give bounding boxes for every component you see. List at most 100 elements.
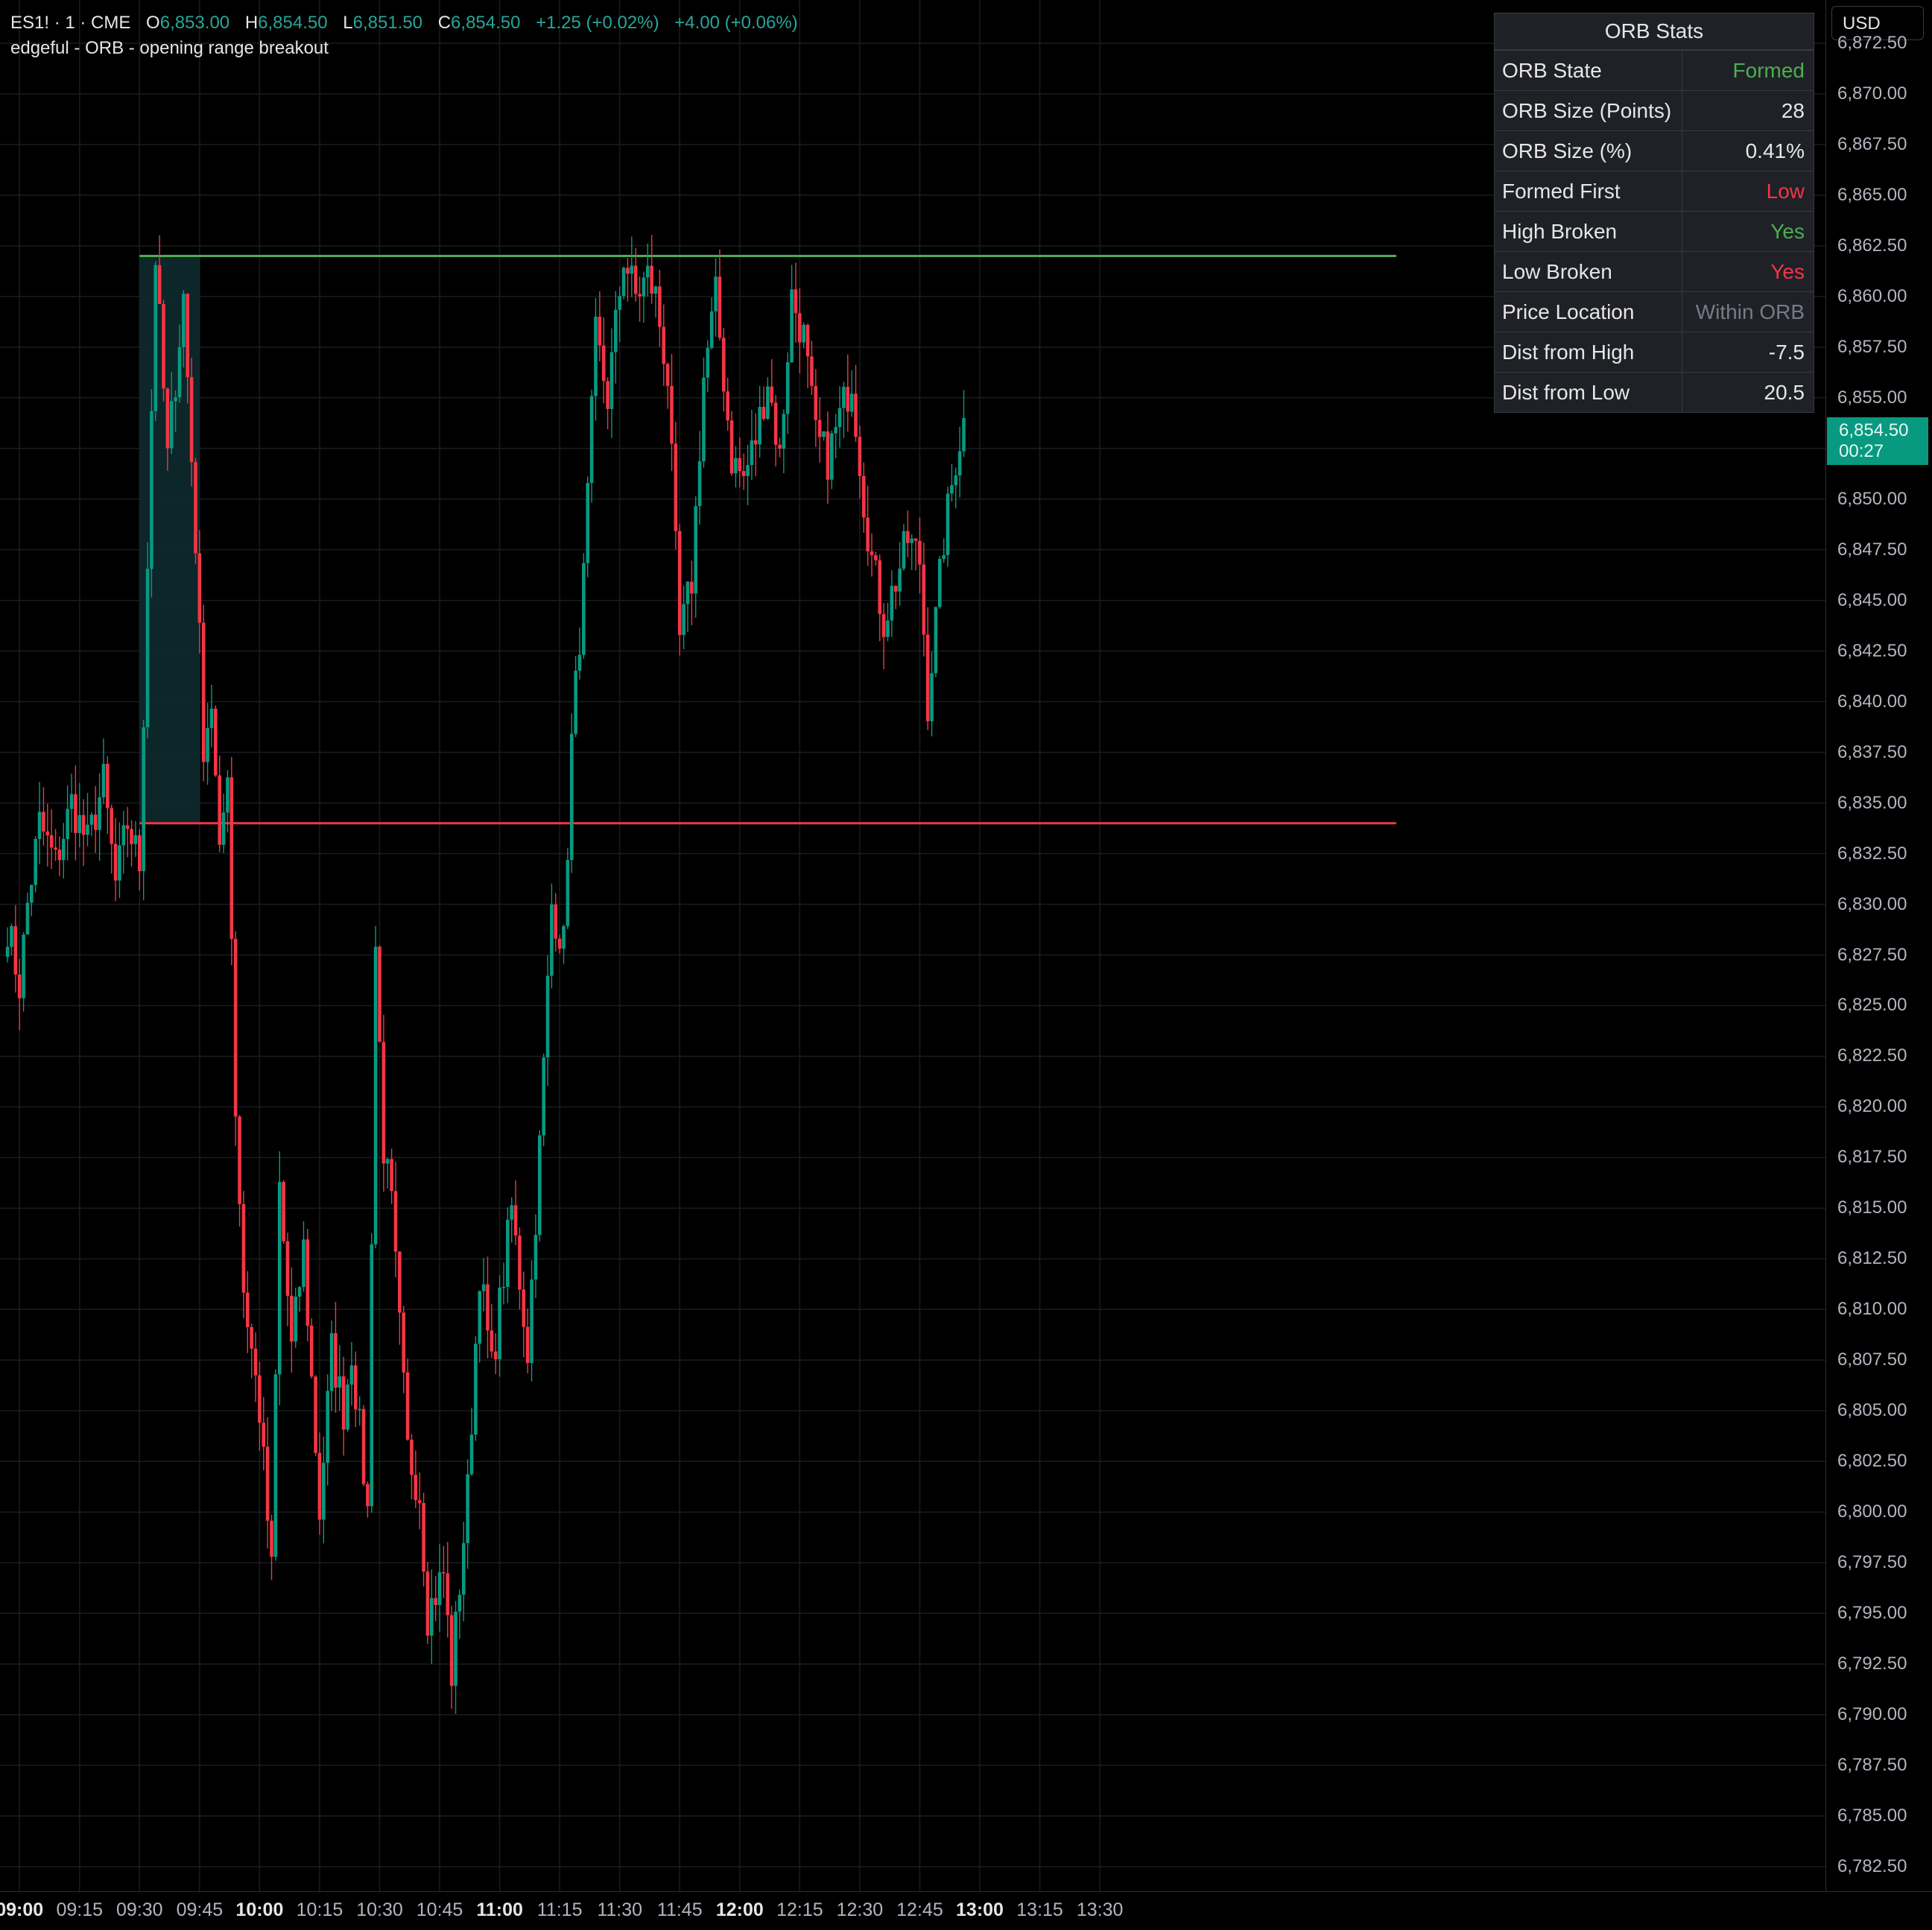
candle-body [86,824,89,835]
candle [834,414,837,459]
stats-row: ORB Size (Points) 28 [1495,91,1814,131]
candle [425,1561,430,1644]
last-price-tag: 6,854.50 00:27 [1827,417,1928,465]
candle-body [405,1372,410,1440]
candle [498,1275,501,1377]
candle [110,804,114,874]
candle [81,799,86,866]
candle-body [566,860,570,926]
symbol-title[interactable]: ES1! · 1 · CME [10,13,130,33]
price-label: 6,785.00 [1837,1806,1907,1826]
candle-body [665,364,670,386]
candle-body [662,326,666,364]
time-label: 12:15 [776,1899,823,1920]
candle [253,1332,258,1402]
candle-body [262,1423,266,1447]
candle [61,823,66,879]
time-label: 09:30 [116,1899,163,1920]
candle [645,243,650,297]
candle [729,411,734,476]
candle-body [826,431,830,480]
candle-body [189,377,194,463]
candle [218,755,221,852]
time-label: 10:45 [416,1899,463,1920]
candle-body [69,794,74,809]
candle [341,1356,346,1456]
candle [398,1251,402,1345]
candle-body [614,309,618,352]
candle [817,396,822,463]
candle-body [349,1365,354,1385]
candle-body [353,1365,358,1410]
candle [798,288,802,374]
candle-body [10,926,13,947]
candle [45,803,50,867]
candle [538,1130,542,1242]
candle-body [89,814,94,825]
candle [57,836,62,876]
candle-body [782,414,786,449]
candle [66,785,69,861]
candle-body [241,1203,246,1293]
candle [153,261,158,422]
candle-body [481,1284,486,1291]
candle-body [186,294,190,378]
candle-body [638,294,642,297]
candle [510,1197,514,1243]
candle-body [849,393,854,412]
candle [790,265,794,363]
stats-row: Dist from Low 20.5 [1495,373,1814,412]
candle-body [729,420,734,474]
candle-body [45,831,50,835]
candle [381,1014,386,1192]
candle-body [366,1484,370,1507]
candle [594,297,598,421]
candle-body [314,1376,317,1453]
time-label: 10:30 [356,1899,403,1920]
candle-body [390,1159,393,1192]
candle-body [446,1573,450,1616]
candle-body [618,296,621,310]
stats-label: Dist from High [1495,332,1682,372]
chart-pane[interactable]: ES1! · 1 · CME O6,853.00 H6,854.50 L6,85… [0,0,1825,1891]
candle-body [785,362,790,414]
candle [962,390,966,458]
candle [361,1405,366,1487]
candle-body [957,451,962,475]
candle [697,431,702,525]
candle-body [442,1572,446,1574]
candle [773,394,778,466]
candle [626,257,630,302]
candle [753,413,758,477]
candle [910,534,914,570]
candle [402,1306,406,1393]
candle [294,1288,298,1349]
candle-body [214,708,218,776]
candle [750,409,754,481]
candle [437,1544,442,1632]
candle-body [633,265,638,294]
candle [422,1493,425,1586]
time-axis[interactable]: 09:00 09:15 09:30 09:45 10:00 10:15 10:30 10:45… [0,1891,1932,1930]
candle-body [582,563,586,655]
open-value: 6,853.00 [159,13,230,33]
candle [469,1408,474,1476]
candle-body [530,1279,533,1364]
candle [618,286,621,343]
candle [550,883,554,989]
stats-label: High Broken [1495,212,1682,251]
candle [881,603,886,670]
candle-body [802,324,806,343]
candle-body [645,265,650,278]
candle [946,486,950,567]
candle [481,1258,486,1312]
candle [770,359,774,407]
candle-body [410,1440,414,1475]
candle-body [393,1191,398,1252]
candle [162,300,165,402]
stats-label: Dist from Low [1495,373,1682,412]
indicator-title[interactable]: edgeful - ORB - opening range breakout [10,38,329,58]
last-price-value: 6,854.50 [1839,420,1909,440]
stats-value: 20.5 [1764,381,1805,404]
candle-body [718,276,722,338]
